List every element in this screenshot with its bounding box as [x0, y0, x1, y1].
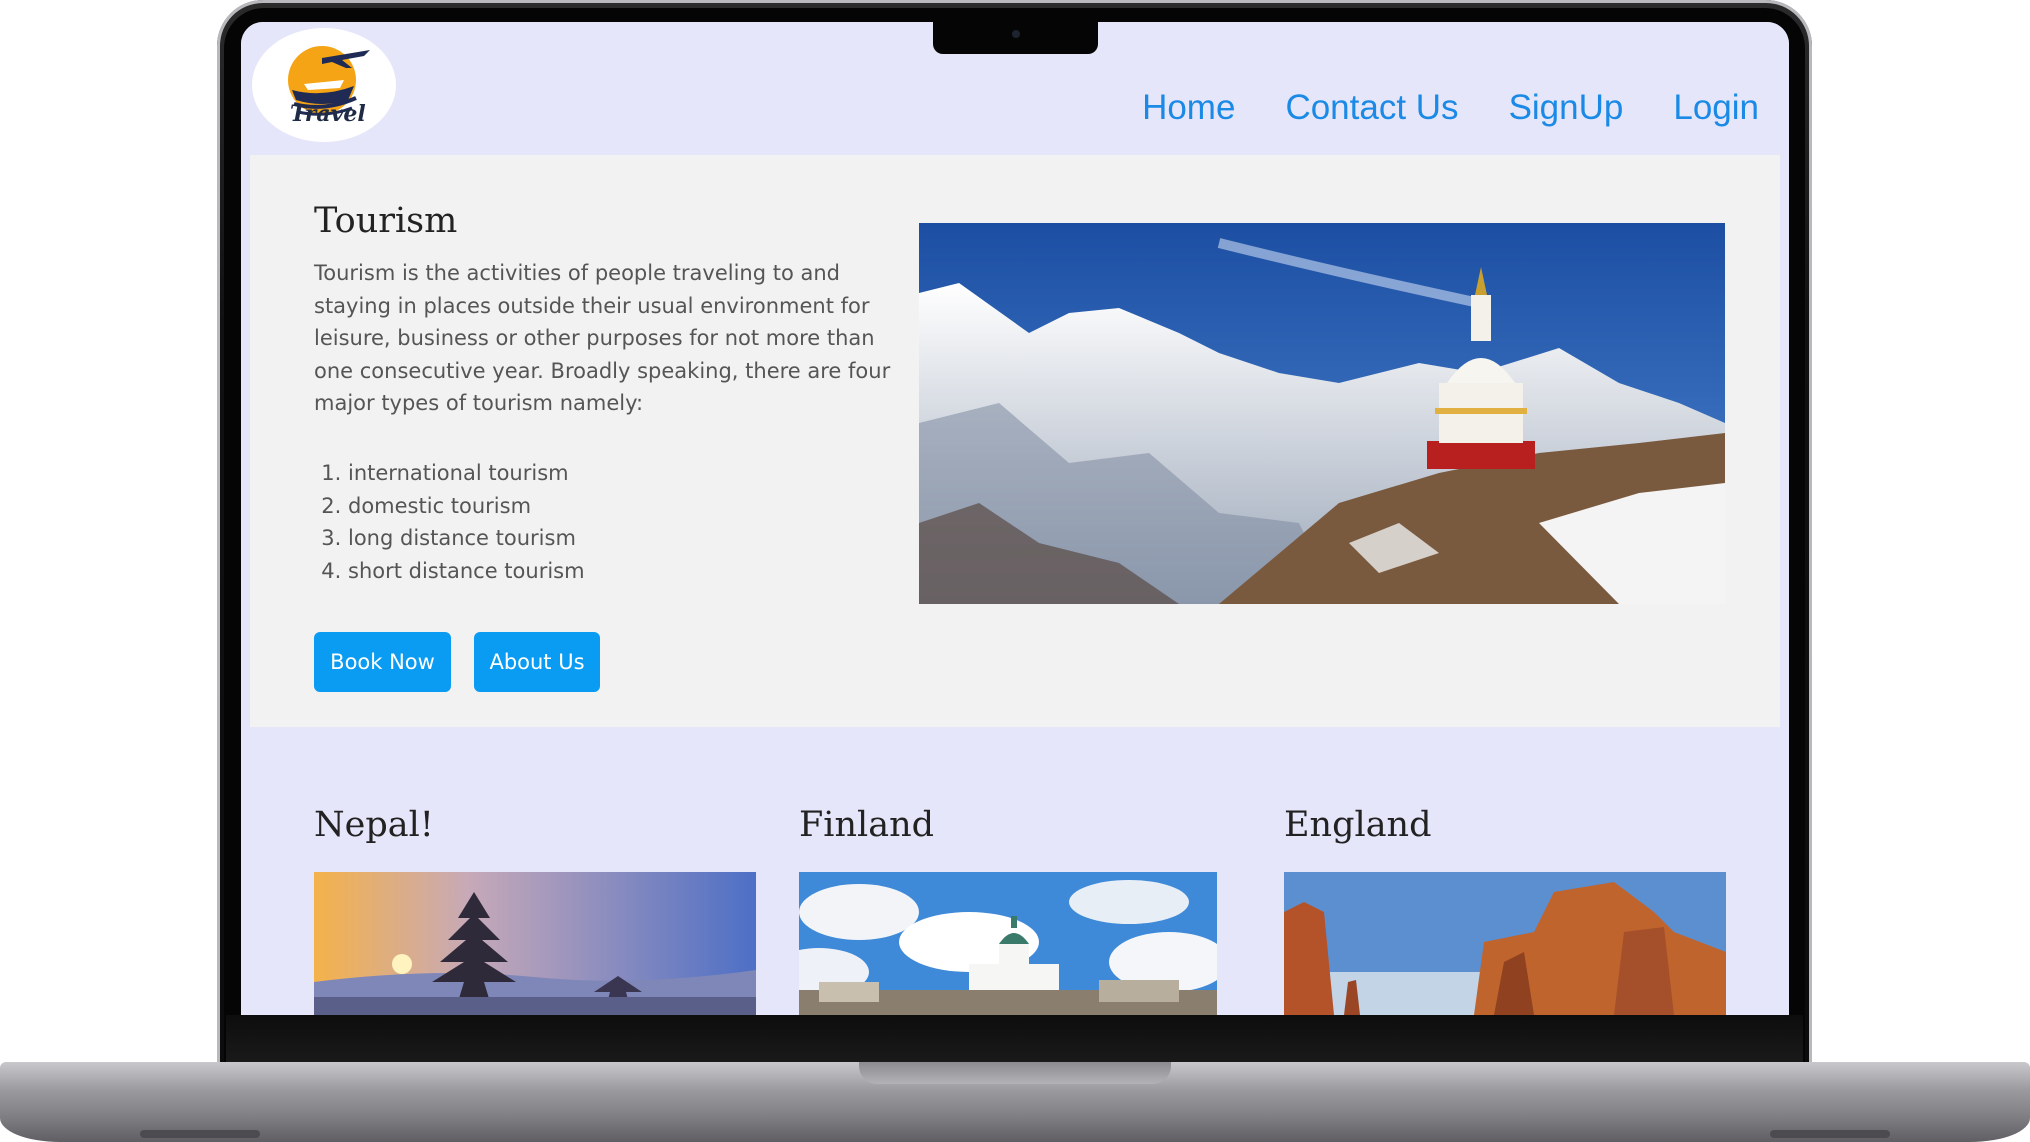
- mountain-stupa-image: [919, 223, 1725, 604]
- laptop-chin: [226, 1015, 1803, 1063]
- list-item: domestic tourism: [348, 490, 585, 523]
- laptop-foot: [1770, 1130, 1890, 1138]
- hero-section: Tourism Tourism is the activities of peo…: [250, 155, 1780, 727]
- card-title-england: England: [1284, 805, 1432, 845]
- book-now-button[interactable]: Book Now: [314, 632, 451, 692]
- list-item: long distance tourism: [348, 522, 585, 555]
- hero-title: Tourism: [314, 201, 458, 241]
- logo-text: Travel: [290, 101, 366, 127]
- list-item: international tourism: [348, 457, 585, 490]
- camera-icon: [1012, 30, 1020, 38]
- nav-signup[interactable]: SignUp: [1509, 88, 1624, 128]
- travel-logo[interactable]: Travel: [252, 28, 396, 142]
- tourism-types-list: international tourism domestic tourism l…: [314, 457, 585, 587]
- england-rock-image[interactable]: [1284, 872, 1726, 1015]
- nav-home[interactable]: Home: [1142, 88, 1235, 128]
- finland-cathedral-image[interactable]: [799, 872, 1217, 1015]
- destinations-section: Nepal! Finland England: [241, 727, 1789, 1015]
- nav-links: Home Contact Us SignUp Login: [1142, 88, 1759, 128]
- about-us-button[interactable]: About Us: [474, 632, 600, 692]
- laptop-foot: [140, 1130, 260, 1138]
- list-item: short distance tourism: [348, 555, 585, 588]
- card-title-nepal: Nepal!: [314, 805, 434, 845]
- card-title-finland: Finland: [799, 805, 935, 845]
- camera-notch: [933, 22, 1098, 54]
- screen: Travel Home Contact Us SignUp Login Tour…: [241, 22, 1789, 1015]
- nav-login[interactable]: Login: [1673, 88, 1759, 128]
- laptop-opening-notch: [859, 1062, 1171, 1084]
- hero-description: Tourism is the activities of people trav…: [314, 261, 891, 415]
- nepal-pagoda-image[interactable]: [314, 872, 756, 1015]
- nav-contact-us[interactable]: Contact Us: [1285, 88, 1458, 128]
